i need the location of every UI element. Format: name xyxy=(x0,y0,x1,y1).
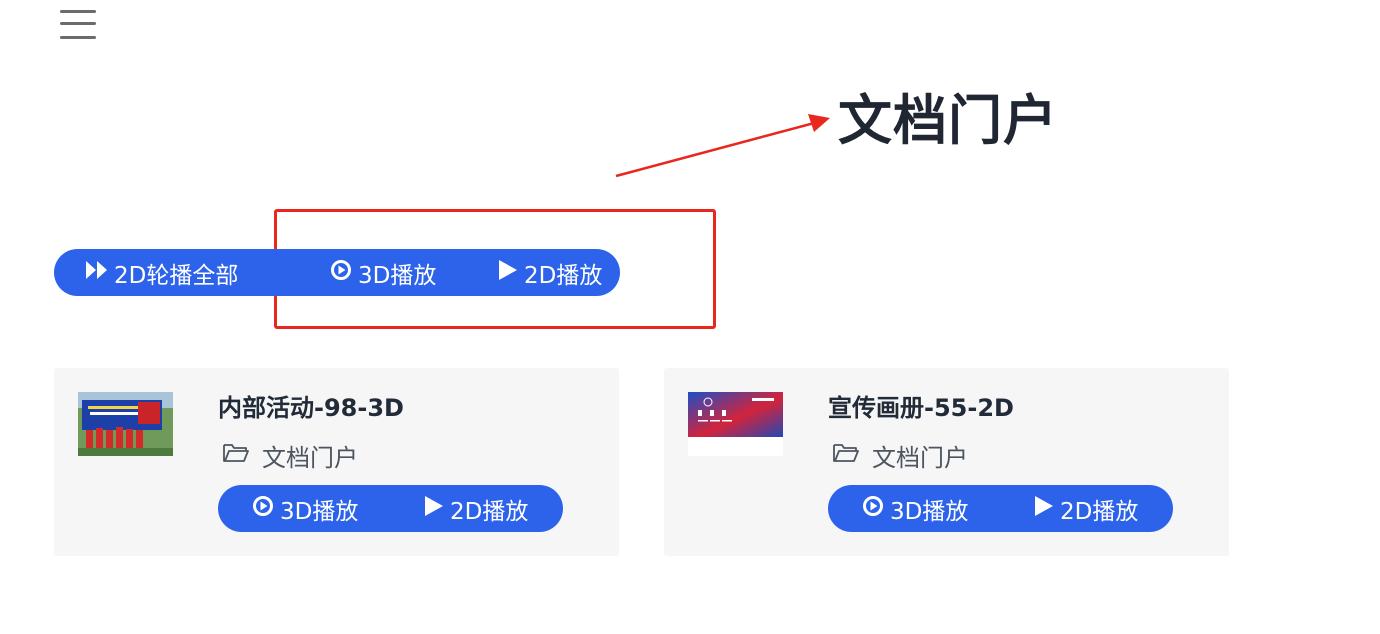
card-title[interactable]: 内部活动-98-3D xyxy=(218,390,404,426)
card-play-toolbar: 3D播放 2D播放 xyxy=(218,485,563,532)
play-all-2d-label: 2D轮播全部 xyxy=(114,262,239,289)
play-2d-label: 2D播放 xyxy=(450,498,529,525)
play-2d-button[interactable]: 2D播放 xyxy=(468,249,602,296)
hamburger-menu-icon[interactable] xyxy=(58,6,98,40)
play-2d-label: 2D播放 xyxy=(1060,498,1139,525)
annotation-arrow xyxy=(615,114,830,178)
play-3d-label: 3D播放 xyxy=(358,262,437,289)
play-3d-button[interactable]: 3D播放 xyxy=(296,249,468,296)
play-3d-button[interactable]: 3D播放 xyxy=(828,485,1000,532)
event-photo-thumbnail[interactable] xyxy=(78,392,173,456)
play-circle-icon xyxy=(862,495,884,523)
folder-icon xyxy=(832,442,860,470)
play-2d-button[interactable]: 2D播放 xyxy=(390,485,528,532)
play-all-2d-button[interactable]: 2D轮播全部 xyxy=(54,249,296,296)
play-circle-icon xyxy=(330,259,352,287)
play-icon xyxy=(498,259,518,287)
play-circle-icon xyxy=(252,495,274,523)
brochure-cover-thumbnail[interactable] xyxy=(688,392,783,456)
play-2d-button[interactable]: 2D播放 xyxy=(1000,485,1138,532)
page: 文档门户 2D轮播全部 3D播放 2D播放 内部活动-98-3D 文档门户 3D… xyxy=(0,0,1380,634)
folder-icon xyxy=(222,442,250,470)
play-3d-label: 3D播放 xyxy=(280,498,359,525)
play-icon xyxy=(1034,495,1054,523)
play-icon xyxy=(424,495,444,523)
card-folder[interactable]: 文档门户 xyxy=(222,438,358,473)
play-3d-button[interactable]: 3D播放 xyxy=(218,485,390,532)
card-title[interactable]: 宣传画册-55-2D xyxy=(828,390,1014,426)
page-title: 文档门户 xyxy=(838,89,1058,152)
play-2d-label: 2D播放 xyxy=(524,262,603,289)
card-folder-label: 文档门户 xyxy=(872,444,968,472)
document-card[interactable]: 宣传画册-55-2D 文档门户 3D播放 2D播放 xyxy=(664,368,1229,556)
card-play-toolbar: 3D播放 2D播放 xyxy=(828,485,1173,532)
card-folder-label: 文档门户 xyxy=(262,444,358,472)
play-3d-label: 3D播放 xyxy=(890,498,969,525)
fast-forward-icon xyxy=(86,260,108,286)
card-folder[interactable]: 文档门户 xyxy=(832,438,968,473)
document-card[interactable]: 内部活动-98-3D 文档门户 3D播放 2D播放 xyxy=(54,368,619,556)
play-toolbar: 2D轮播全部 3D播放 2D播放 xyxy=(54,249,620,296)
